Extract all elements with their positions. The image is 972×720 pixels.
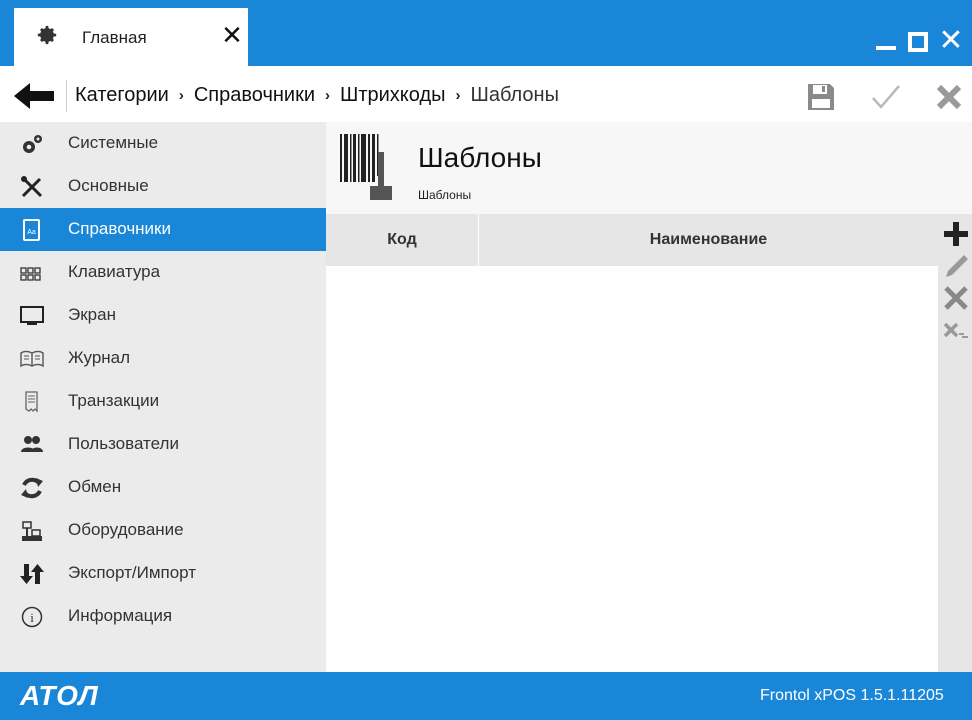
equipment-icon (22, 521, 42, 541)
gear-icon (37, 25, 57, 45)
breadcrumb-item-barcodes[interactable]: Штрихкоды (340, 84, 446, 107)
barcode-icon (340, 134, 392, 200)
main-content: Шаблоны Шаблоны Код Наименование (326, 122, 972, 672)
sidebar-item-screen[interactable]: Экран (0, 294, 326, 337)
table-header: Код Наименование (326, 214, 938, 266)
sidebar-item-label: Информация (68, 606, 173, 625)
page-title: Шаблоны (418, 142, 542, 173)
close-icon[interactable] (934, 82, 964, 112)
back-arrow-icon[interactable] (12, 80, 56, 112)
sidebar-item-journal[interactable]: Журнал (0, 337, 326, 380)
svg-text:Aa: Aa (27, 229, 36, 236)
sidebar: Системные Основные Aa Справочники Клавиа… (0, 122, 326, 672)
sidebar-item-label: Экспорт/Импорт (68, 563, 197, 582)
sidebar-item-exchange[interactable]: Обмен (0, 466, 326, 509)
export-import-icon (20, 564, 44, 584)
maximize-button[interactable] (908, 32, 928, 52)
navigation-bar: Категории › Справочники › Штрихкоды › Ша… (0, 70, 972, 122)
keyboard-icon (20, 267, 41, 281)
journal-icon (20, 350, 44, 368)
exchange-icon (21, 477, 43, 499)
brand-logo: АТОЛ (20, 680, 99, 711)
check-icon[interactable] (870, 82, 902, 112)
gears-icon (23, 135, 42, 153)
sidebar-item-label: Обмен (68, 477, 122, 496)
action-toolbar (938, 214, 972, 672)
breadcrumb-item-templates: Шаблоны (470, 84, 559, 106)
sidebar-item-references[interactable]: Aa Справочники (0, 208, 326, 251)
sidebar-item-label: Клавиатура (68, 262, 161, 281)
breadcrumb: Категории › Справочники › Штрихкоды › Ша… (75, 84, 559, 107)
status-bar: АТОЛ Frontol xPOS 1.5.1.11205 (0, 672, 972, 720)
minimize-button[interactable] (876, 30, 898, 52)
info-icon: i (21, 606, 43, 628)
sidebar-item-transactions[interactable]: Транзакции (0, 380, 326, 423)
delete-icon[interactable] (942, 284, 970, 312)
sidebar-item-export-import[interactable]: Экспорт/Импорт (0, 552, 326, 595)
edit-icon[interactable] (942, 252, 970, 280)
breadcrumb-separator: › (455, 87, 461, 104)
monitor-icon (20, 306, 44, 325)
breadcrumb-separator: › (178, 87, 184, 104)
column-header-name[interactable]: Наименование (479, 214, 938, 266)
svg-text:i: i (30, 610, 34, 625)
breadcrumb-item-categories[interactable]: Категории (75, 84, 169, 107)
users-icon (21, 436, 43, 452)
sidebar-item-label: Справочники (68, 219, 171, 238)
sidebar-item-label: Транзакции (68, 391, 160, 410)
title-bar: Главная ✕ ✕ (0, 0, 972, 70)
breadcrumb-separator: › (325, 87, 331, 104)
sidebar-item-label: Системные (68, 133, 159, 152)
sidebar-item-basic[interactable]: Основные (0, 165, 326, 208)
tab-main[interactable]: Главная ✕ (14, 8, 248, 70)
page-subtitle: Шаблоны (418, 188, 472, 202)
breadcrumb-item-references[interactable]: Справочники (194, 84, 315, 107)
delete-all-icon[interactable] (942, 316, 970, 344)
receipt-icon (25, 391, 38, 413)
divider (66, 80, 67, 112)
sidebar-item-label: Основные (68, 176, 149, 195)
column-header-code[interactable]: Код (326, 214, 479, 266)
sidebar-item-label: Пользователи (68, 434, 179, 453)
book-icon: Aa (23, 219, 40, 241)
sidebar-item-label: Оборудование (68, 520, 184, 539)
sidebar-item-keyboard[interactable]: Клавиатура (0, 251, 326, 294)
sidebar-item-information[interactable]: i Информация (0, 595, 326, 638)
sidebar-item-users[interactable]: Пользователи (0, 423, 326, 466)
sidebar-item-label: Журнал (68, 348, 131, 367)
window-close-button[interactable]: ✕ (936, 24, 966, 58)
sidebar-item-system[interactable]: Системные (0, 122, 326, 165)
table-body[interactable] (326, 266, 938, 672)
tab-close-button[interactable]: ✕ (217, 20, 247, 50)
page-header: Шаблоны Шаблоны (326, 122, 972, 214)
save-icon[interactable] (806, 82, 836, 112)
tools-icon (21, 176, 43, 198)
version-label: Frontol xPOS 1.5.1.11205 (760, 687, 944, 704)
sidebar-item-label: Экран (68, 305, 116, 324)
tab-label: Главная (82, 28, 147, 47)
sidebar-item-equipment[interactable]: Оборудование (0, 509, 326, 552)
add-icon[interactable] (942, 220, 970, 248)
